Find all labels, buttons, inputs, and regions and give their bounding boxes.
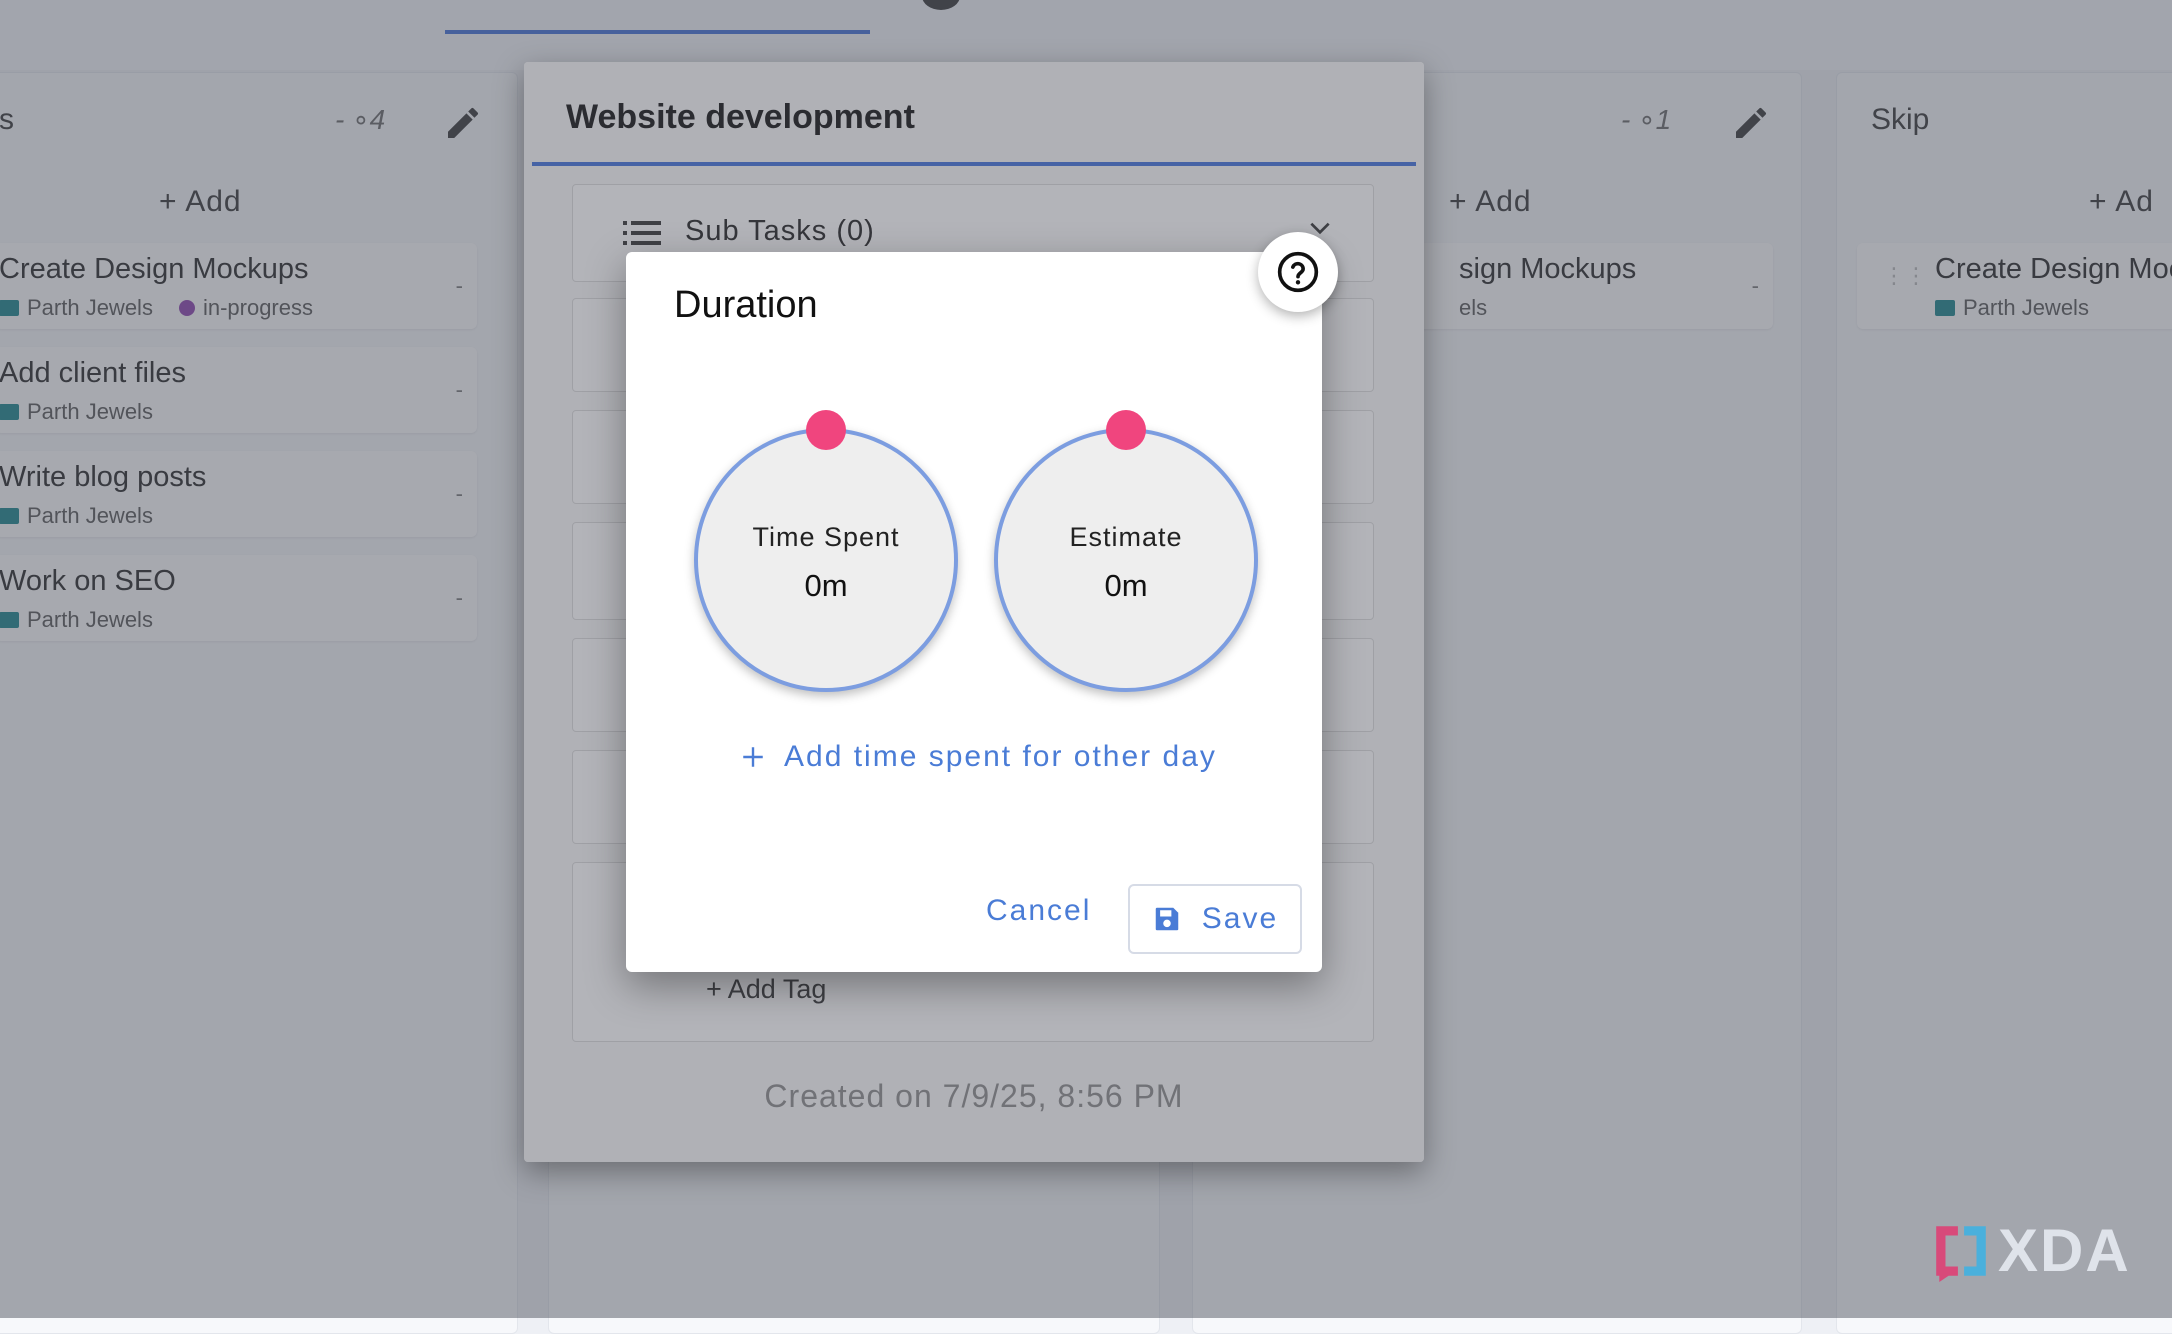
save-button[interactable]: Save	[1128, 884, 1302, 954]
dial-handle[interactable]	[806, 410, 846, 450]
floppy-disk-icon	[1155, 907, 1179, 931]
duration-dialog: Duration Time Spent 0m Estimate 0m Add t…	[626, 232, 1338, 972]
add-time-label: Add time spent for other day	[784, 740, 1217, 773]
time-spent-dial[interactable]: Time Spent 0m	[694, 410, 958, 692]
help-button[interactable]	[1258, 232, 1338, 312]
time-spent-value: 0m	[804, 568, 848, 603]
estimate-value: 0m	[1104, 568, 1148, 603]
watermark-text: XDA	[1998, 1217, 2131, 1284]
dialog-title: Duration	[674, 284, 818, 326]
add-time-other-day-button[interactable]: Add time spent for other day	[740, 740, 1217, 774]
xda-watermark: XDA	[1930, 1216, 2131, 1285]
xda-logo-icon	[1936, 1225, 1986, 1282]
estimate-dial[interactable]: Estimate 0m	[994, 410, 1258, 692]
save-label: Save	[1201, 902, 1279, 935]
dial-handle[interactable]	[1106, 410, 1146, 450]
time-spent-label: Time Spent	[752, 522, 900, 552]
help-circle-icon	[1277, 251, 1319, 293]
plus-icon	[743, 747, 763, 767]
estimate-label: Estimate	[1069, 522, 1183, 552]
cancel-button[interactable]: Cancel	[986, 894, 1091, 928]
